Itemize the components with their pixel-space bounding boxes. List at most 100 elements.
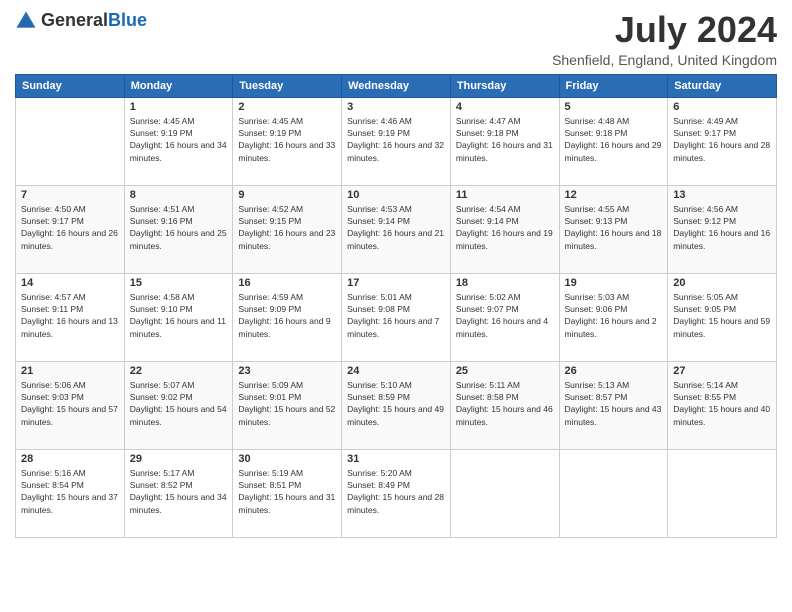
- day-info: Sunrise: 5:03 AMSunset: 9:06 PMDaylight:…: [565, 291, 663, 340]
- day-info: Sunrise: 4:53 AMSunset: 9:14 PMDaylight:…: [347, 203, 445, 252]
- day-info: Sunrise: 5:07 AMSunset: 9:02 PMDaylight:…: [130, 379, 228, 428]
- calendar-week-2: 14 Sunrise: 4:57 AMSunset: 9:11 PMDaylig…: [16, 273, 777, 361]
- day-number: 1: [130, 101, 228, 113]
- title-block: July 2024 Shenfield, England, United Kin…: [552, 10, 777, 68]
- day-info: Sunrise: 4:54 AMSunset: 9:14 PMDaylight:…: [456, 203, 554, 252]
- header-wednesday: Wednesday: [342, 74, 451, 97]
- calendar-cell-w1-d6: 13 Sunrise: 4:56 AMSunset: 9:12 PMDaylig…: [668, 185, 777, 273]
- day-info: Sunrise: 4:45 AMSunset: 9:19 PMDaylight:…: [130, 115, 228, 164]
- calendar-cell-w3-d4: 25 Sunrise: 5:11 AMSunset: 8:58 PMDaylig…: [450, 361, 559, 449]
- day-number: 7: [21, 189, 119, 201]
- day-info: Sunrise: 4:48 AMSunset: 9:18 PMDaylight:…: [565, 115, 663, 164]
- day-info: Sunrise: 4:52 AMSunset: 9:15 PMDaylight:…: [238, 203, 336, 252]
- logo-blue: Blue: [108, 10, 147, 30]
- day-number: 8: [130, 189, 228, 201]
- calendar-cell-w2-d0: 14 Sunrise: 4:57 AMSunset: 9:11 PMDaylig…: [16, 273, 125, 361]
- day-info: Sunrise: 4:57 AMSunset: 9:11 PMDaylight:…: [21, 291, 119, 340]
- calendar-cell-w2-d2: 16 Sunrise: 4:59 AMSunset: 9:09 PMDaylig…: [233, 273, 342, 361]
- header-row: Sunday Monday Tuesday Wednesday Thursday…: [16, 74, 777, 97]
- day-info: Sunrise: 5:19 AMSunset: 8:51 PMDaylight:…: [238, 467, 336, 516]
- day-number: 30: [238, 453, 336, 465]
- day-number: 12: [565, 189, 663, 201]
- calendar-table: Sunday Monday Tuesday Wednesday Thursday…: [15, 74, 777, 538]
- day-number: 27: [673, 365, 771, 377]
- day-number: 26: [565, 365, 663, 377]
- header-tuesday: Tuesday: [233, 74, 342, 97]
- logo-icon: [15, 10, 37, 32]
- day-info: Sunrise: 5:20 AMSunset: 8:49 PMDaylight:…: [347, 467, 445, 516]
- day-info: Sunrise: 5:05 AMSunset: 9:05 PMDaylight:…: [673, 291, 771, 340]
- calendar-cell-w0-d5: 5 Sunrise: 4:48 AMSunset: 9:18 PMDayligh…: [559, 97, 668, 185]
- calendar-cell-w1-d1: 8 Sunrise: 4:51 AMSunset: 9:16 PMDayligh…: [124, 185, 233, 273]
- day-number: 25: [456, 365, 554, 377]
- day-info: Sunrise: 5:14 AMSunset: 8:55 PMDaylight:…: [673, 379, 771, 428]
- calendar-cell-w0-d6: 6 Sunrise: 4:49 AMSunset: 9:17 PMDayligh…: [668, 97, 777, 185]
- calendar-cell-w3-d2: 23 Sunrise: 5:09 AMSunset: 9:01 PMDaylig…: [233, 361, 342, 449]
- calendar-cell-w3-d5: 26 Sunrise: 5:13 AMSunset: 8:57 PMDaylig…: [559, 361, 668, 449]
- day-number: 17: [347, 277, 445, 289]
- calendar-cell-w1-d5: 12 Sunrise: 4:55 AMSunset: 9:13 PMDaylig…: [559, 185, 668, 273]
- calendar-cell-w4-d3: 31 Sunrise: 5:20 AMSunset: 8:49 PMDaylig…: [342, 449, 451, 537]
- day-number: 3: [347, 101, 445, 113]
- day-info: Sunrise: 4:55 AMSunset: 9:13 PMDaylight:…: [565, 203, 663, 252]
- calendar-cell-w2-d5: 19 Sunrise: 5:03 AMSunset: 9:06 PMDaylig…: [559, 273, 668, 361]
- day-info: Sunrise: 5:10 AMSunset: 8:59 PMDaylight:…: [347, 379, 445, 428]
- day-info: Sunrise: 5:17 AMSunset: 8:52 PMDaylight:…: [130, 467, 228, 516]
- day-number: 6: [673, 101, 771, 113]
- day-info: Sunrise: 5:16 AMSunset: 8:54 PMDaylight:…: [21, 467, 119, 516]
- day-info: Sunrise: 4:50 AMSunset: 9:17 PMDaylight:…: [21, 203, 119, 252]
- day-number: 4: [456, 101, 554, 113]
- day-number: 21: [21, 365, 119, 377]
- day-number: 22: [130, 365, 228, 377]
- day-number: 10: [347, 189, 445, 201]
- logo-general: General: [41, 10, 108, 30]
- day-number: 29: [130, 453, 228, 465]
- calendar-header: Sunday Monday Tuesday Wednesday Thursday…: [16, 74, 777, 97]
- day-info: Sunrise: 4:51 AMSunset: 9:16 PMDaylight:…: [130, 203, 228, 252]
- month-year-title: July 2024: [552, 10, 777, 50]
- calendar-cell-w0-d0: [16, 97, 125, 185]
- calendar-cell-w0-d1: 1 Sunrise: 4:45 AMSunset: 9:19 PMDayligh…: [124, 97, 233, 185]
- calendar-cell-w4-d1: 29 Sunrise: 5:17 AMSunset: 8:52 PMDaylig…: [124, 449, 233, 537]
- calendar-cell-w1-d3: 10 Sunrise: 4:53 AMSunset: 9:14 PMDaylig…: [342, 185, 451, 273]
- day-info: Sunrise: 5:01 AMSunset: 9:08 PMDaylight:…: [347, 291, 445, 340]
- day-info: Sunrise: 4:47 AMSunset: 9:18 PMDaylight:…: [456, 115, 554, 164]
- header-saturday: Saturday: [668, 74, 777, 97]
- day-number: 11: [456, 189, 554, 201]
- day-info: Sunrise: 5:02 AMSunset: 9:07 PMDaylight:…: [456, 291, 554, 340]
- calendar-week-4: 28 Sunrise: 5:16 AMSunset: 8:54 PMDaylig…: [16, 449, 777, 537]
- day-number: 14: [21, 277, 119, 289]
- day-number: 2: [238, 101, 336, 113]
- calendar-cell-w2-d1: 15 Sunrise: 4:58 AMSunset: 9:10 PMDaylig…: [124, 273, 233, 361]
- calendar-cell-w4-d0: 28 Sunrise: 5:16 AMSunset: 8:54 PMDaylig…: [16, 449, 125, 537]
- day-number: 19: [565, 277, 663, 289]
- calendar-cell-w4-d6: [668, 449, 777, 537]
- day-number: 31: [347, 453, 445, 465]
- day-info: Sunrise: 4:46 AMSunset: 9:19 PMDaylight:…: [347, 115, 445, 164]
- calendar-cell-w1-d0: 7 Sunrise: 4:50 AMSunset: 9:17 PMDayligh…: [16, 185, 125, 273]
- calendar-cell-w4-d5: [559, 449, 668, 537]
- day-number: 23: [238, 365, 336, 377]
- day-info: Sunrise: 5:11 AMSunset: 8:58 PMDaylight:…: [456, 379, 554, 428]
- location-subtitle: Shenfield, England, United Kingdom: [552, 52, 777, 68]
- day-number: 9: [238, 189, 336, 201]
- calendar-cell-w2-d6: 20 Sunrise: 5:05 AMSunset: 9:05 PMDaylig…: [668, 273, 777, 361]
- calendar-cell-w3-d3: 24 Sunrise: 5:10 AMSunset: 8:59 PMDaylig…: [342, 361, 451, 449]
- calendar-week-1: 7 Sunrise: 4:50 AMSunset: 9:17 PMDayligh…: [16, 185, 777, 273]
- calendar-cell-w2-d3: 17 Sunrise: 5:01 AMSunset: 9:08 PMDaylig…: [342, 273, 451, 361]
- calendar-cell-w3-d6: 27 Sunrise: 5:14 AMSunset: 8:55 PMDaylig…: [668, 361, 777, 449]
- day-info: Sunrise: 5:06 AMSunset: 9:03 PMDaylight:…: [21, 379, 119, 428]
- day-info: Sunrise: 4:49 AMSunset: 9:17 PMDaylight:…: [673, 115, 771, 164]
- header: GeneralBlue July 2024 Shenfield, England…: [15, 10, 777, 68]
- day-number: 15: [130, 277, 228, 289]
- calendar-cell-w3-d1: 22 Sunrise: 5:07 AMSunset: 9:02 PMDaylig…: [124, 361, 233, 449]
- calendar-cell-w0-d3: 3 Sunrise: 4:46 AMSunset: 9:19 PMDayligh…: [342, 97, 451, 185]
- day-number: 24: [347, 365, 445, 377]
- calendar-cell-w0-d4: 4 Sunrise: 4:47 AMSunset: 9:18 PMDayligh…: [450, 97, 559, 185]
- logo: GeneralBlue: [15, 10, 147, 32]
- calendar-week-3: 21 Sunrise: 5:06 AMSunset: 9:03 PMDaylig…: [16, 361, 777, 449]
- header-sunday: Sunday: [16, 74, 125, 97]
- day-number: 28: [21, 453, 119, 465]
- logo-text: GeneralBlue: [41, 11, 147, 31]
- day-info: Sunrise: 4:45 AMSunset: 9:19 PMDaylight:…: [238, 115, 336, 164]
